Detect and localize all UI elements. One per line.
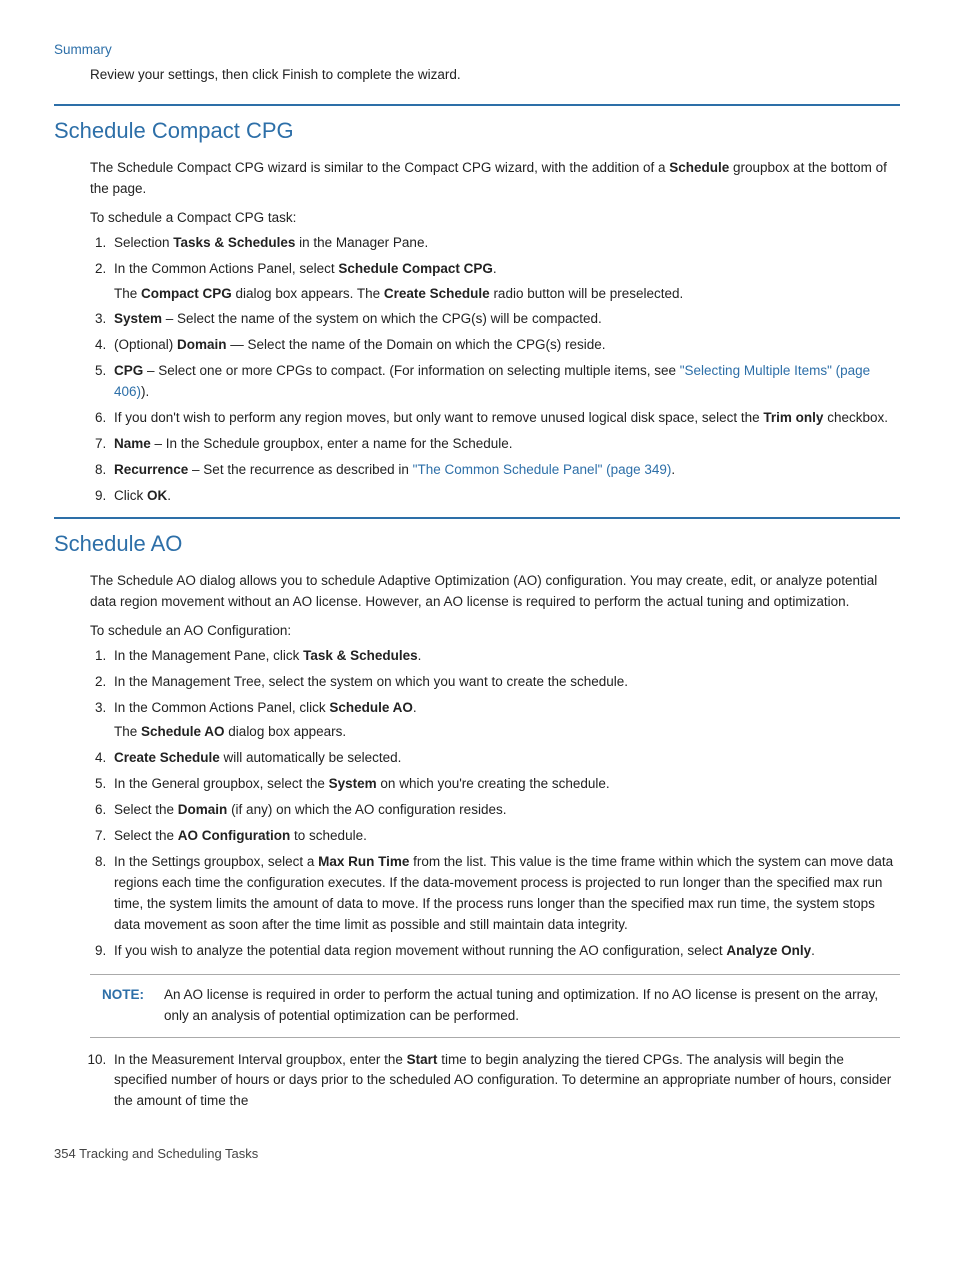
note-label: NOTE:: [102, 985, 154, 1006]
schedule-ao-step10-list: In the Measurement Interval groupbox, en…: [110, 1050, 900, 1113]
schedule-ao-title: Schedule AO: [54, 517, 900, 561]
schedule-ao-intro: The Schedule AO dialog allows you to sch…: [90, 571, 900, 613]
schedule-ao-section: Schedule AO The Schedule AO dialog allow…: [54, 517, 900, 1112]
step-1: Selection Tasks & Schedules in the Manag…: [110, 233, 900, 254]
schedule-compact-cpg-title: Schedule Compact CPG: [54, 104, 900, 148]
ao-step-9: If you wish to analyze the potential dat…: [110, 941, 900, 962]
step-5: CPG – Select one or more CPGs to compact…: [110, 361, 900, 403]
ao-step-10: In the Measurement Interval groupbox, en…: [110, 1050, 900, 1113]
page-footer: 354 Tracking and Scheduling Tasks: [54, 1144, 900, 1164]
ao-step-8: In the Settings groupbox, select a Max R…: [110, 852, 900, 936]
ao-step-5: In the General groupbox, select the Syst…: [110, 774, 900, 795]
common-schedule-panel-link[interactable]: "The Common Schedule Panel" (page 349): [413, 462, 672, 477]
schedule-compact-cpg-intro: The Schedule Compact CPG wizard is simil…: [90, 158, 900, 200]
ao-step-4: Create Schedule will automatically be se…: [110, 748, 900, 769]
step-7: Name – In the Schedule groupbox, enter a…: [110, 434, 900, 455]
schedule-ao-body: The Schedule AO dialog allows you to sch…: [90, 571, 900, 1112]
intro-bold: Schedule: [669, 160, 729, 175]
ao-step-1: In the Management Pane, click Task & Sch…: [110, 646, 900, 667]
note-box: NOTE: An AO license is required in order…: [90, 974, 900, 1038]
schedule-compact-cpg-body: The Schedule Compact CPG wizard is simil…: [90, 158, 900, 507]
schedule-ao-steps: In the Management Pane, click Task & Sch…: [110, 646, 900, 962]
ao-step-6: Select the Domain (if any) on which the …: [110, 800, 900, 821]
intro-text-1: The Schedule Compact CPG wizard is simil…: [90, 160, 669, 175]
schedule-ao-toline: To schedule an AO Configuration:: [90, 621, 900, 642]
step-6: If you don't wish to perform any region …: [110, 408, 900, 429]
schedule-compact-cpg-section: Schedule Compact CPG The Schedule Compac…: [54, 104, 900, 507]
ao-step-3: In the Common Actions Panel, click Sched…: [110, 698, 900, 744]
schedule-compact-cpg-steps: Selection Tasks & Schedules in the Manag…: [110, 233, 900, 507]
step-9: Click OK.: [110, 486, 900, 507]
summary-section: Summary Review your settings, then click…: [54, 40, 900, 86]
step-2: In the Common Actions Panel, select Sche…: [110, 259, 900, 305]
step-4: (Optional) Domain — Select the name of t…: [110, 335, 900, 356]
summary-label: Summary: [54, 40, 900, 61]
schedule-compact-cpg-toline: To schedule a Compact CPG task:: [90, 208, 900, 229]
ao-step-7: Select the AO Configuration to schedule.: [110, 826, 900, 847]
summary-text: Review your settings, then click Finish …: [90, 65, 900, 86]
step-8: Recurrence – Set the recurrence as descr…: [110, 460, 900, 481]
step-3: System – Select the name of the system o…: [110, 309, 900, 330]
note-text: An AO license is required in order to pe…: [164, 985, 888, 1027]
ao-step-2: In the Management Tree, select the syste…: [110, 672, 900, 693]
